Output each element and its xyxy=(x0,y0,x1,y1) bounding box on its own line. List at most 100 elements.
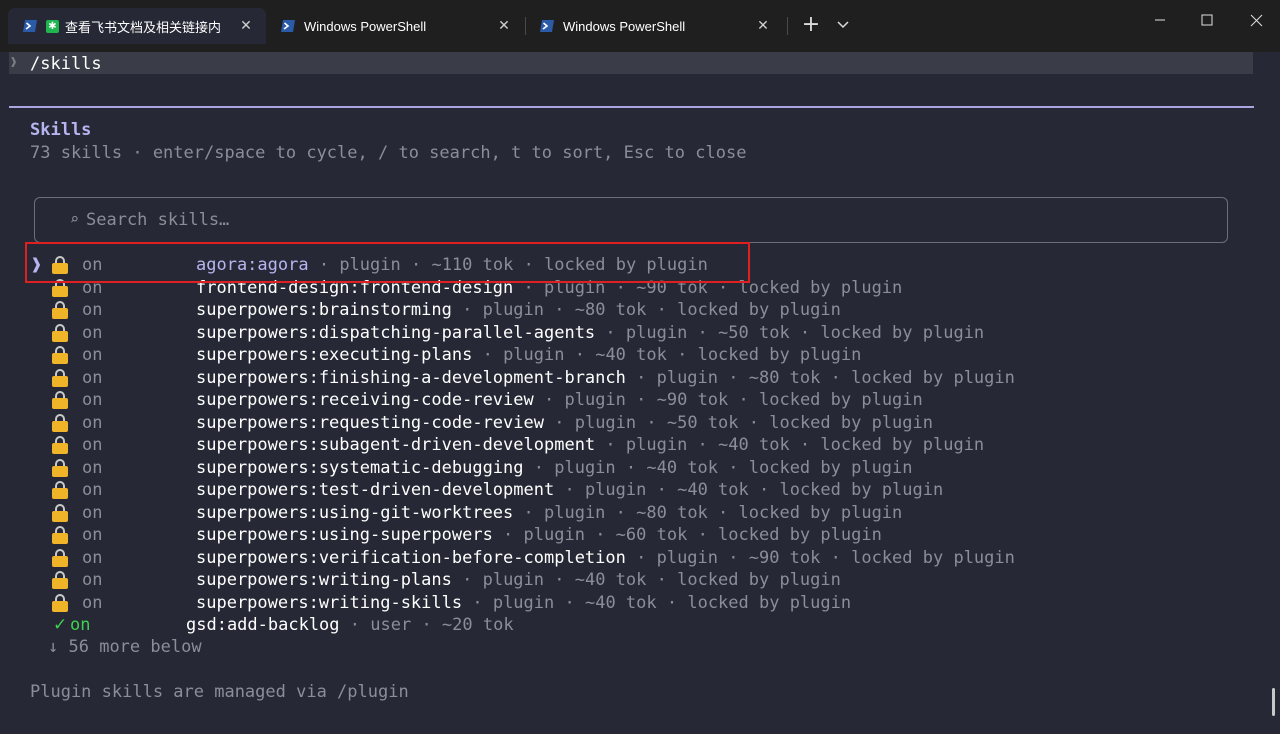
skill-line: superpowers:verification-before-completi… xyxy=(196,547,1015,568)
powershell-icon xyxy=(540,20,554,32)
skill-tokens: ~50 tok xyxy=(718,322,790,343)
skill-tokens: ~40 tok xyxy=(677,480,749,500)
close-icon[interactable]: ✕ xyxy=(494,16,514,36)
skill-line: superpowers:requesting-code-review · plu… xyxy=(196,412,933,433)
more-below-text: 56 more below xyxy=(68,637,202,657)
skill-state: on xyxy=(82,592,103,613)
lock-icon xyxy=(52,481,68,499)
skill-state: on xyxy=(70,615,91,635)
skill-row[interactable]: on superpowers:finishing-a-development-br… xyxy=(0,367,1280,390)
skill-source: plugin xyxy=(554,457,616,478)
skill-note: locked by plugin xyxy=(759,390,923,410)
lock-icon xyxy=(52,458,68,477)
skill-row[interactable]: on superpowers:test-driven-development · … xyxy=(0,479,1280,502)
skill-row[interactable]: on superpowers:systematic-debugging · plu… xyxy=(0,457,1280,480)
skill-row[interactable]: on superpowers:dispatching-parallel-agent… xyxy=(0,322,1280,345)
maximize-button[interactable] xyxy=(1184,0,1230,40)
skill-state: on xyxy=(82,457,103,478)
skill-state: on xyxy=(82,390,103,410)
skill-note: locked by plugin xyxy=(769,412,933,433)
skill-source: plugin xyxy=(523,525,585,545)
powershell-icon xyxy=(23,20,37,32)
skill-row[interactable]: on superpowers:executing-plans · plugin ·… xyxy=(0,344,1280,367)
skill-name: superpowers:writing-plans xyxy=(196,570,452,590)
skill-tokens: ~80 tok xyxy=(748,367,821,388)
skill-state: on xyxy=(82,300,103,320)
skill-state: on xyxy=(82,547,103,568)
skill-tokens: ~40 tok xyxy=(574,570,647,590)
skill-note: locked by plugin xyxy=(687,592,852,613)
close-window-button[interactable] xyxy=(1233,0,1279,40)
skill-state: on xyxy=(82,480,103,500)
skill-name: superpowers:finishing-a-development-bran… xyxy=(196,367,626,388)
skill-note: locked by plugin xyxy=(779,480,944,500)
skill-name: superpowers:using-git-worktrees xyxy=(196,502,514,523)
skill-tokens: ~80 tok xyxy=(574,300,647,320)
close-icon[interactable]: ✕ xyxy=(753,16,773,36)
skill-line: superpowers:receiving-code-review · plug… xyxy=(196,390,923,410)
skill-line: superpowers:writing-plans · plugin · ~40… xyxy=(196,570,841,590)
tab-powershell-2[interactable]: Windows PowerShell ✕ xyxy=(525,8,783,44)
panel-hint: 73 skills · enter/space to cycle, / to s… xyxy=(30,143,747,163)
skill-note: locked by plugin xyxy=(697,345,862,365)
skill-line: superpowers:subagent-driven-development … xyxy=(196,435,985,455)
skill-row[interactable]: on superpowers:brainstorming · plugin · ~… xyxy=(0,299,1280,322)
skill-name: superpowers:subagent-driven-development xyxy=(196,435,596,455)
minimize-button[interactable] xyxy=(1137,0,1183,40)
skill-note: locked by plugin xyxy=(677,300,841,320)
chevron-down-icon[interactable] xyxy=(836,20,850,30)
skill-row[interactable]: on superpowers:writing-skills · plugin · … xyxy=(0,592,1280,615)
skill-line: superpowers:brainstorming · plugin · ~80… xyxy=(196,300,841,320)
skill-tokens: ~40 tok xyxy=(595,345,667,365)
tab-title: 查看飞书文档及相关链接内 xyxy=(65,19,222,35)
skill-row[interactable]: on superpowers:writing-plans · plugin · ~… xyxy=(0,569,1280,592)
active-badge-icon: ✱ xyxy=(46,19,59,33)
minimize-icon xyxy=(1155,19,1165,21)
skill-source: plugin xyxy=(503,345,565,365)
scrollbar[interactable] xyxy=(1272,688,1275,716)
skill-tokens: ~40 tok xyxy=(646,457,719,478)
lock-icon xyxy=(52,436,68,454)
skill-tokens: ~90 tok xyxy=(748,547,821,568)
lock-icon xyxy=(52,571,68,589)
skill-name: superpowers:systematic-debugging xyxy=(196,457,524,478)
skill-source: plugin xyxy=(656,367,719,388)
skill-line: superpowers:using-git-worktrees · plugin… xyxy=(196,502,903,523)
skill-name: superpowers:verification-before-completi… xyxy=(196,547,626,568)
skill-note: locked by plugin xyxy=(677,570,841,590)
skill-state: on xyxy=(82,570,103,590)
tab-separator xyxy=(787,17,788,35)
skill-row[interactable]: on superpowers:subagent-driven-developmen… xyxy=(0,434,1280,457)
lock-icon xyxy=(52,301,68,319)
skill-source: plugin xyxy=(482,570,545,590)
skill-row[interactable]: ✓ on gsd:add-backlog · user · ~20 tok xyxy=(0,614,1280,637)
skill-note: locked by plugin xyxy=(820,435,985,455)
tab-feishu[interactable]: ✱ 查看飞书文档及相关链接内 ✕ xyxy=(8,8,266,44)
skill-line: superpowers:dispatching-parallel-agents … xyxy=(196,322,985,343)
prompt-command: /skills xyxy=(30,54,102,74)
panel-title: Skills xyxy=(30,120,92,140)
skill-tokens: ~50 tok xyxy=(666,412,739,433)
skill-note: locked by plugin xyxy=(851,547,1015,568)
skill-row[interactable]: on superpowers:requesting-code-review · p… xyxy=(0,412,1280,435)
skill-note: locked by plugin xyxy=(748,457,913,478)
skill-note: locked by plugin xyxy=(718,525,882,545)
skill-row[interactable]: on superpowers:using-superpowers · plugin… xyxy=(0,524,1280,547)
panel-footer: Plugin skills are managed via /plugin xyxy=(30,682,409,702)
prompt-chevron-icon: ❱ xyxy=(10,55,18,69)
close-icon[interactable]: ✕ xyxy=(236,16,256,36)
tab-title: Windows PowerShell xyxy=(304,18,427,34)
skill-source: plugin xyxy=(564,390,626,410)
skill-row[interactable]: on superpowers:verification-before-comple… xyxy=(0,547,1280,570)
skill-state: on xyxy=(82,412,103,433)
skill-source: plugin xyxy=(625,435,688,455)
tab-powershell-1[interactable]: Windows PowerShell ✕ xyxy=(266,8,524,44)
skill-row[interactable]: on superpowers:receiving-code-review · pl… xyxy=(0,389,1280,412)
new-tab-button[interactable]: + xyxy=(800,12,822,38)
panel-divider xyxy=(9,106,1254,108)
skill-row[interactable]: on superpowers:using-git-worktrees · plug… xyxy=(0,502,1280,525)
skill-source: plugin xyxy=(625,322,688,343)
lock-icon xyxy=(52,413,68,432)
skill-line: superpowers:executing-plans · plugin · ~… xyxy=(196,345,862,365)
skill-state: on xyxy=(82,367,103,388)
